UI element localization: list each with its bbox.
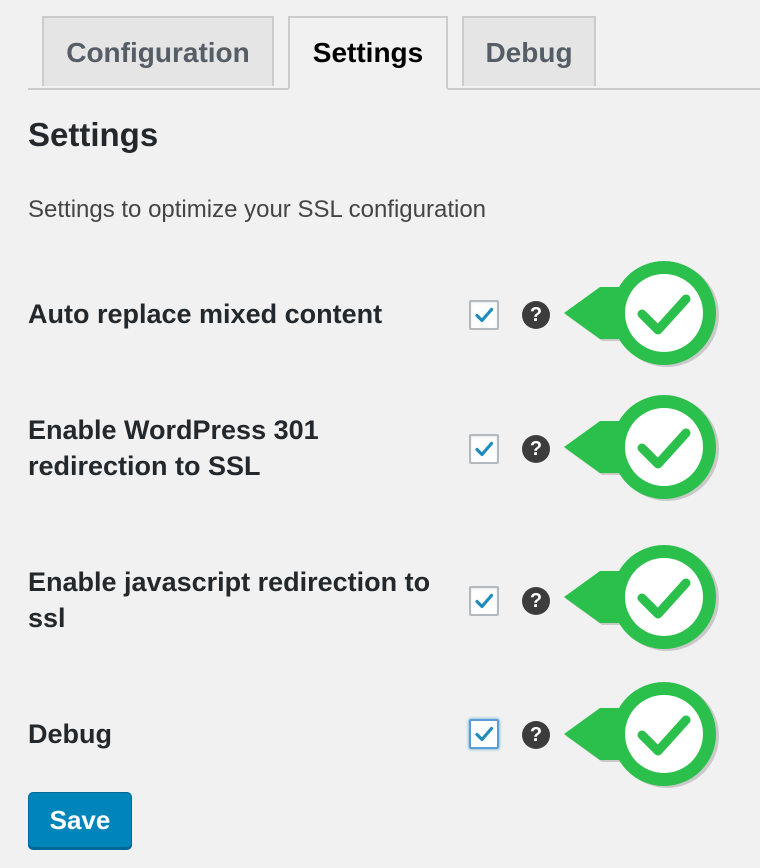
debug-checkbox[interactable] xyxy=(469,719,499,749)
tab-settings[interactable]: Settings xyxy=(288,16,448,90)
tab-debug[interactable]: Debug xyxy=(462,16,596,86)
setting-label-wordpress-301-redirection: Enable WordPress 301 redirection to SSL xyxy=(28,415,319,481)
help-icon[interactable]: ? xyxy=(522,435,550,463)
green-check-icon xyxy=(564,395,719,501)
save-button[interactable]: Save xyxy=(28,792,132,848)
tab-configuration[interactable]: Configuration xyxy=(42,16,274,86)
tab-bar: Configuration Settings Debug xyxy=(28,16,760,90)
setting-label-javascript-redirection: Enable javascript redirection to ssl xyxy=(28,567,431,633)
green-check-icon xyxy=(564,682,719,788)
green-check-icon xyxy=(564,261,719,367)
wordpress-301-redirection-checkbox[interactable] xyxy=(469,434,499,464)
auto-replace-mixed-content-checkbox[interactable] xyxy=(469,300,499,330)
page-title: Settings xyxy=(28,116,159,153)
setting-label-auto-replace-mixed-content: Auto replace mixed content xyxy=(28,299,383,329)
checkmark-icon xyxy=(475,593,494,609)
help-icon[interactable]: ? xyxy=(522,587,550,615)
help-icon[interactable]: ? xyxy=(522,721,550,749)
javascript-redirection-checkbox[interactable] xyxy=(469,586,499,616)
checkmark-icon xyxy=(475,307,494,323)
help-icon[interactable]: ? xyxy=(522,301,550,329)
checkmark-icon xyxy=(475,441,494,457)
page-description: Settings to optimize your SSL configurat… xyxy=(28,196,487,223)
setting-label-debug: Debug xyxy=(28,719,112,749)
checkmark-icon xyxy=(475,726,494,742)
green-check-icon xyxy=(564,545,719,651)
